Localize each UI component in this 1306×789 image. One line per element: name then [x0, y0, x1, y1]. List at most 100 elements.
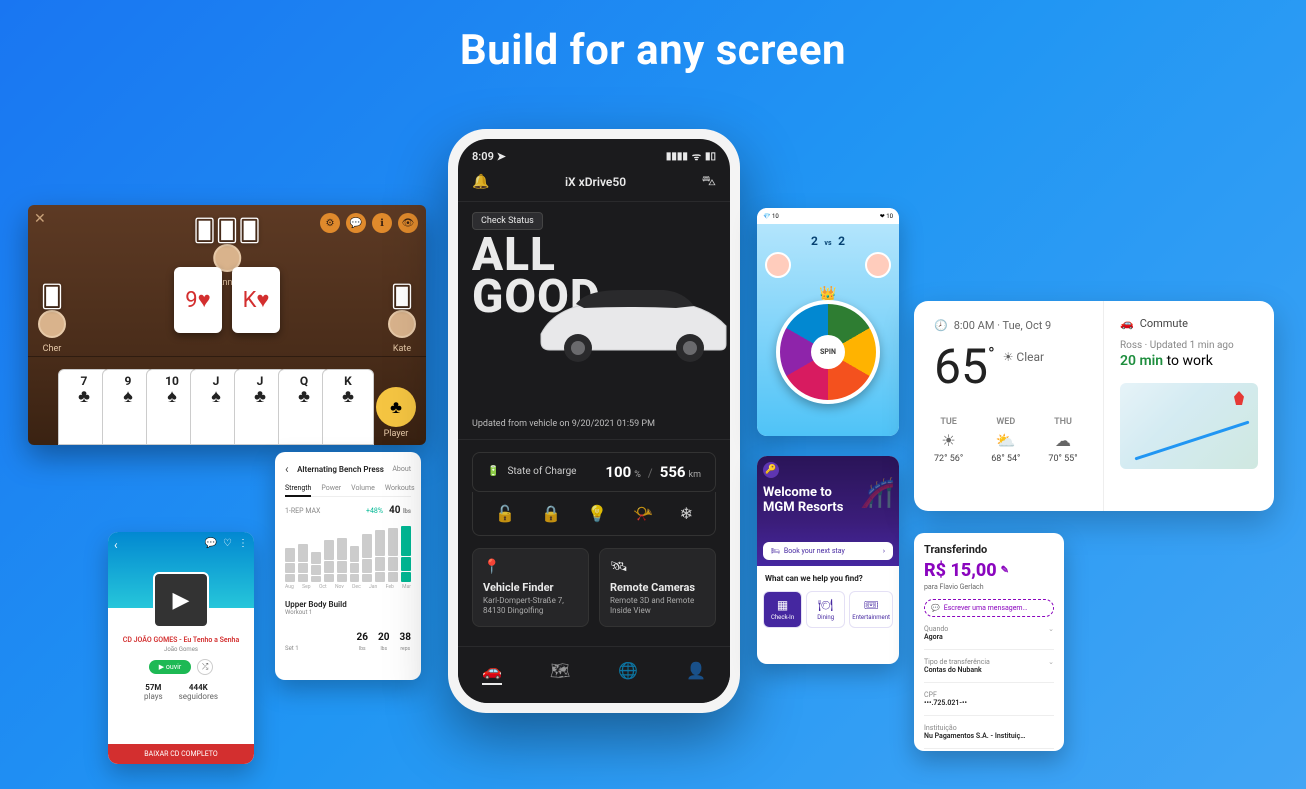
player-name: Cher [38, 344, 66, 354]
location-icon: ➤ [497, 150, 506, 163]
player-name: Player [376, 429, 416, 439]
headlights-icon[interactable]: 💡 [587, 504, 607, 523]
one-rep-max-value: 40 lbs [389, 505, 411, 516]
player-avatar[interactable] [765, 252, 791, 278]
play-button[interactable]: ▶ ouvir [149, 660, 191, 674]
forecast-day: WED⛅68° 54° [991, 417, 1020, 464]
statusbar-time: 8:09 [472, 150, 494, 163]
stat-plays: 57Mplays [144, 683, 163, 701]
mgm-quick-grid: ▦Check-In🍽Dining🎟Entertainment [757, 591, 899, 628]
card-back-icon: 🂠 [38, 285, 66, 310]
vehicle-model[interactable]: iX xDrive50 [565, 175, 626, 189]
coaster-art: 🎢 [860, 476, 895, 509]
card-subtitle: Remote 3D and Remote Inside View [610, 596, 705, 617]
music-player-tile: ‹ 💬 ♡ ⋮ ▶ CD JOÃO GOMES - Eu Tenho a Sen… [108, 532, 254, 764]
set-label: Set 1 [285, 645, 299, 652]
transfer-row[interactable]: Tipo de transferênciaContas do Nubank⌄ [924, 650, 1054, 683]
commute-eta: 20 min to work [1120, 353, 1258, 369]
workout-tabs: StrengthPowerVolumeWorkouts [285, 484, 411, 497]
tab-workouts[interactable]: Workouts [385, 484, 415, 492]
charge-values: 100 % / 556 km [605, 463, 701, 481]
avatar [38, 310, 66, 338]
workout-tile: ‹ Alternating Bench Press About Strength… [275, 452, 421, 680]
card-back-icon: 🂠 [388, 285, 416, 310]
forecast-day: THU☁70° 55° [1048, 417, 1077, 464]
back-icon[interactable]: ‹ [285, 462, 289, 476]
spin-button[interactable]: SPIN [811, 335, 845, 369]
download-cta-button[interactable]: BAIXAR CD COMPLETO [108, 744, 254, 764]
weather-time: 🕗8:00 AM · Tue, Oct 9 [934, 319, 1083, 332]
album-art[interactable]: ▶ [153, 572, 209, 628]
close-icon[interactable]: ✕ [34, 211, 52, 229]
wifi-icon: ᯤ [692, 149, 701, 163]
tab-power[interactable]: Power [321, 484, 341, 492]
transfer-row[interactable]: QuandoAgora⌄ [924, 617, 1054, 650]
back-icon[interactable]: ‹ [114, 538, 118, 552]
info-icon[interactable]: ℹ [372, 213, 392, 233]
key-icon[interactable]: 🔑 [763, 462, 779, 478]
lock-icon[interactable]: 🔒 [541, 504, 561, 523]
transfer-row: CPF•••.725.021-•• [924, 683, 1054, 716]
transfer-details: QuandoAgora⌄Tipo de transferênciaContas … [924, 617, 1054, 749]
spin-wheel[interactable]: SPIN [776, 300, 880, 404]
mgm-help-heading: What can we help you find? [757, 566, 899, 591]
book-stay-button[interactable]: 🛏Book your next stay › [763, 542, 893, 560]
eye-icon[interactable]: 👁 [398, 213, 418, 233]
mgm-dining-button[interactable]: 🍽Dining [806, 591, 845, 628]
phone-frame: 8:09 ➤ ▮▮▮▮ ᯤ ▮▯ 🔔 iX xDrive50 ⛍ Check S… [448, 129, 740, 713]
mgm-check-in-button[interactable]: ▦Check-In [763, 591, 802, 628]
horn-icon[interactable]: 📯 [633, 504, 653, 523]
tab-vehicle-icon[interactable]: 🚗 [482, 661, 502, 685]
hand-card[interactable]: K♣ [322, 369, 374, 445]
tab-profile-icon[interactable]: 👤 [686, 661, 706, 685]
music-header-actions: 💬 ♡ ⋮ [205, 538, 248, 549]
tab-map-icon[interactable]: 🗺 [550, 661, 570, 685]
signal-icon: ▮▮▮▮ [666, 151, 688, 162]
more-icon[interactable]: ⋮ [238, 538, 248, 549]
card-game-toolbar: ⚙ 💬 ℹ 👁 [320, 213, 418, 233]
bell-icon[interactable]: 🔔 [472, 174, 489, 190]
tab-strength[interactable]: Strength [285, 484, 311, 497]
mgm-entertainment-button[interactable]: 🎟Entertainment [849, 591, 893, 628]
shuffle-icon[interactable]: ⤮ [197, 659, 213, 675]
climate-icon[interactable]: ❄ [680, 504, 693, 523]
clubs-icon: ♣ [376, 387, 416, 427]
charge-label: State of Charge [507, 466, 576, 477]
gear-icon[interactable]: ⚙ [320, 213, 340, 233]
avatar [388, 310, 416, 338]
weather-commute-tile: 🕗8:00 AM · Tue, Oct 9 65° ☀ Clear TUE☀72… [914, 301, 1274, 511]
commute-heading: 🚗Commute [1120, 317, 1258, 330]
chat-icon[interactable]: 💬 [346, 213, 366, 233]
bottom-tabbar: 🚗 🗺 🌐 👤 [458, 646, 730, 703]
car-outline-icon[interactable]: ⛍ [702, 173, 716, 191]
artist-name: João Gomes [116, 646, 246, 653]
heart-icon[interactable]: ♡ [223, 538, 232, 549]
workout-chart-xaxis: AugSepOctNovDecJanFebMar [285, 584, 411, 590]
location-pin-icon: 📍 [483, 559, 578, 575]
nubank-transfer-tile: Transferindo R$ 15,00✎ para Flavio Gerla… [914, 533, 1064, 751]
opponent-avatar[interactable] [865, 252, 891, 278]
about-link[interactable]: About [392, 465, 411, 473]
vehicle-finder-card[interactable]: 📍 Vehicle Finder Karl-Dompert-Straße 7, … [472, 548, 589, 628]
tab-discover-icon[interactable]: 🌐 [618, 661, 638, 685]
unlock-icon[interactable]: 🔓 [495, 504, 515, 523]
card-title: Vehicle Finder [483, 581, 578, 594]
tab-volume[interactable]: Volume [351, 484, 375, 492]
battery-icon: 🔋 [487, 466, 499, 477]
write-message-button[interactable]: 💬Escrever uma mensagem… [924, 599, 1054, 617]
current-temp: 65° [934, 338, 995, 395]
chevron-down-icon: ⌄ [1048, 658, 1054, 674]
chat-icon: 💬 [931, 604, 940, 612]
remote-cameras-card[interactable]: 🛰 Remote Cameras Remote 3D and Remote In… [599, 548, 716, 628]
phone-screen: 8:09 ➤ ▮▮▮▮ ᯤ ▮▯ 🔔 iX xDrive50 ⛍ Check S… [458, 139, 730, 703]
commute-map[interactable] [1120, 383, 1258, 469]
transfer-amount[interactable]: R$ 15,00✎ [924, 560, 1054, 581]
charge-row[interactable]: 🔋 State of Charge 100 % / 556 km [472, 452, 716, 492]
edit-icon[interactable]: ✎ [1001, 565, 1009, 576]
one-rep-max-label: 1-REP MAX [285, 507, 320, 515]
transfer-title: Transferindo [924, 543, 1054, 556]
card-back-icon: 🂠🂠🂠 [193, 219, 261, 244]
vehicle-image [526, 264, 730, 374]
forecast-row: TUE☀72° 56°WED⛅68° 54°THU☁70° 55° [934, 417, 1083, 464]
chat-icon[interactable]: 💬 [205, 538, 217, 549]
